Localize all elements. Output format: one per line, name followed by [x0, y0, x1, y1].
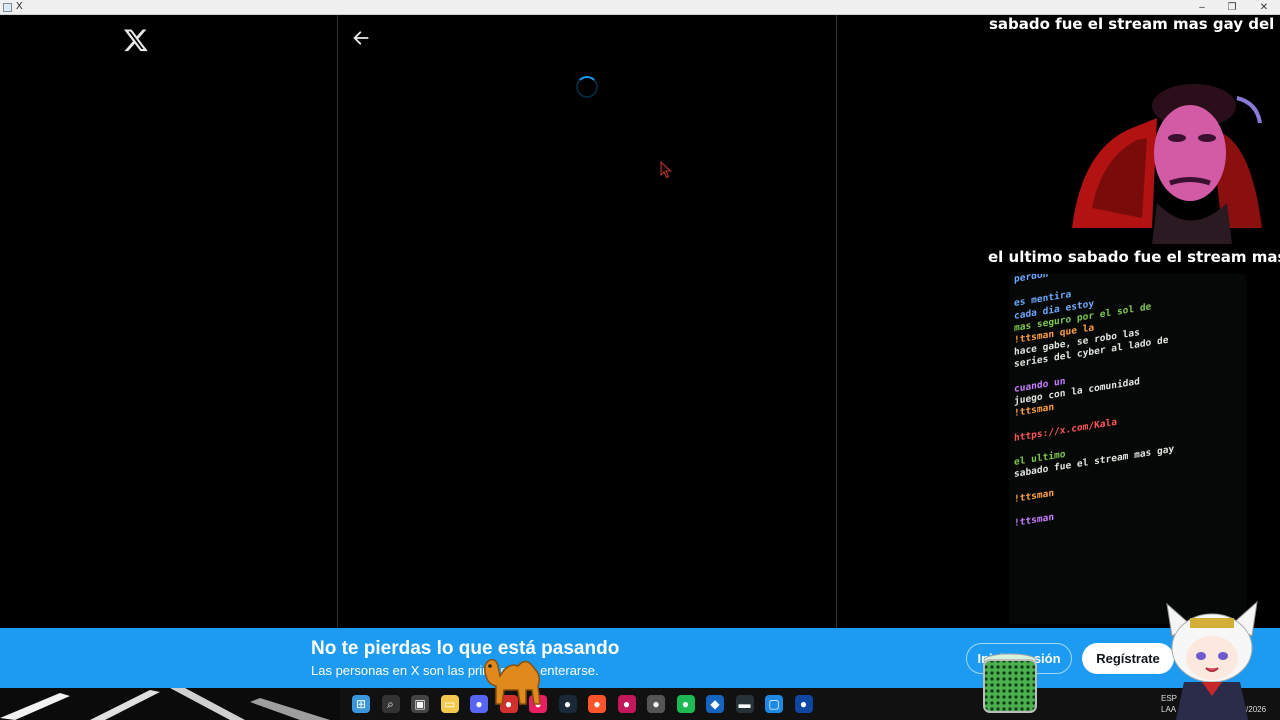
chat-message-text — [1014, 481, 1020, 493]
left-nav-column — [0, 15, 337, 628]
camel-sticker — [483, 658, 541, 705]
chat-message-text — [1014, 285, 1020, 297]
file-explorer-icon[interactable]: ▭ — [440, 695, 459, 713]
taskbar-wallpaper-art — [0, 688, 340, 720]
jar-sticker — [983, 653, 1037, 713]
chat-message-text — [1014, 371, 1020, 383]
chat-message-text — [1014, 505, 1020, 517]
window-title-bar: X – ❐ ✕ — [0, 0, 1280, 15]
chat-lines: perdon es mentira cada dia estoy mas segur… — [1014, 274, 1246, 530]
close-button[interactable]: ✕ — [1250, 0, 1278, 15]
steam-icon[interactable]: ● — [558, 695, 577, 713]
brave-browser-icon[interactable]: ● — [588, 695, 606, 713]
app-icon — [3, 3, 12, 12]
anime-girl-sticker — [1166, 600, 1258, 720]
main-column — [337, 15, 837, 628]
back-arrow-icon[interactable] — [350, 27, 372, 49]
spotify-icon[interactable]: ● — [676, 695, 695, 713]
search-icon[interactable]: ⌕ — [381, 695, 400, 713]
steam-blue-icon[interactable]: ● — [794, 695, 813, 713]
banner-subtitle: Las personas en X son las primeras en en… — [311, 663, 599, 678]
banner-title: No te pierdas lo que está pasando — [311, 638, 620, 659]
app-circle-icon[interactable]: ● — [617, 695, 636, 713]
stream-overlay-top-text: sabado fue el stream mas gay del m — [989, 15, 1280, 33]
signup-banner: No te pierdas lo que está pasando Las pe… — [0, 628, 1280, 688]
minimize-button[interactable]: – — [1188, 0, 1216, 15]
webcam-feed — [1062, 78, 1280, 244]
x-logo-icon[interactable] — [123, 27, 149, 53]
chrome-style-icon[interactable]: ● — [647, 695, 665, 713]
loading-spinner — [576, 76, 598, 98]
chat-message-text — [1014, 420, 1020, 432]
window-title: X — [16, 1, 23, 12]
maximize-button[interactable]: ❐ — [1218, 0, 1246, 15]
task-view-icon[interactable]: ▣ — [411, 695, 429, 713]
monitor-app-icon[interactable]: ▬ — [735, 695, 754, 713]
window-app-icon[interactable]: ▢ — [765, 695, 783, 713]
stream-overlay-mid-text: el ultimo sabado fue el stream mas — [988, 248, 1280, 266]
chat-message-text — [1014, 444, 1020, 456]
register-button[interactable]: Regístrate — [1082, 643, 1174, 674]
stream-chat: perdon es mentira cada dia estoy mas segur… — [1010, 274, 1246, 624]
mouse-cursor-icon — [660, 161, 672, 179]
windows-start-icon[interactable]: ⊞ — [352, 695, 370, 713]
blue-diamond-icon[interactable]: ◆ — [706, 695, 724, 713]
windows-taskbar: ⊞⌕▣▭●●●●●●●●◆▬▢● ESP LAA 17/03/2026 — [0, 688, 1280, 720]
